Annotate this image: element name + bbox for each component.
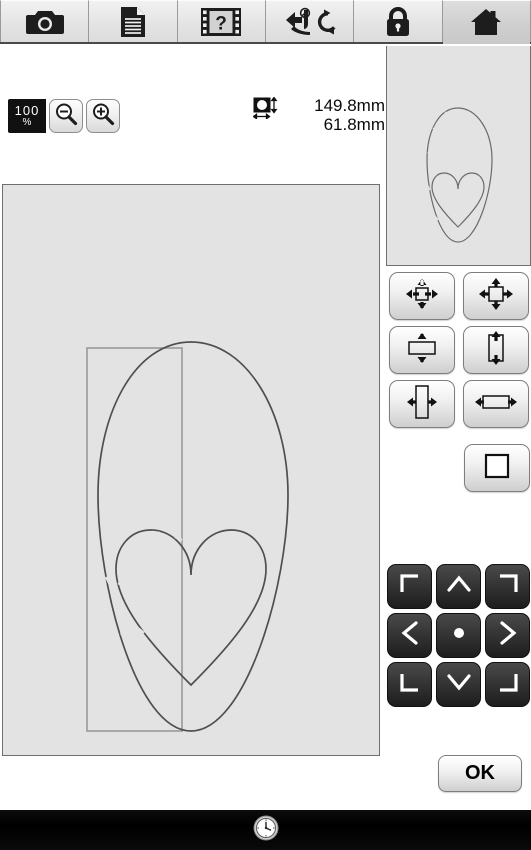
dot-icon — [449, 623, 469, 648]
tab-home[interactable] — [442, 0, 531, 44]
grow-vertical-button[interactable] — [463, 326, 529, 374]
document-icon — [120, 6, 146, 38]
zoom-out-button[interactable] — [49, 99, 83, 133]
design-size-icon — [252, 96, 281, 123]
lock-icon — [385, 6, 411, 38]
tab-help-video[interactable]: ? — [177, 0, 266, 42]
magnifier-minus-icon — [54, 102, 78, 131]
position-top-right-button[interactable] — [485, 564, 530, 609]
ok-button[interactable]: OK — [438, 755, 522, 792]
chevron-down-icon — [446, 672, 471, 697]
zoom-level-readout: 100 % — [8, 99, 46, 133]
corner-top-left-icon — [399, 573, 421, 600]
position-right-button[interactable] — [485, 613, 530, 658]
magnifier-plus-icon — [91, 102, 115, 131]
corner-top-right-icon — [497, 573, 519, 600]
top-toolbar: ? — [0, 0, 531, 44]
camera-icon — [25, 8, 64, 36]
chevron-up-icon — [446, 574, 471, 599]
arrows-vertical-inward-icon — [402, 331, 442, 370]
zoom-controls: 100 % — [8, 99, 120, 133]
design-dimensions: 149.8mm 61.8mm — [252, 96, 385, 134]
arrows-horizontal-inward-icon — [405, 382, 439, 427]
position-left-button[interactable] — [387, 613, 432, 658]
position-center-button[interactable] — [436, 613, 481, 658]
design-canvas[interactable] — [2, 184, 380, 756]
position-pad — [386, 564, 531, 707]
zoom-level-value: 100 — [14, 103, 40, 118]
position-top-left-button[interactable] — [387, 564, 432, 609]
corner-bottom-left-icon — [399, 671, 421, 698]
right-panel — [386, 46, 531, 808]
shrink-all-button[interactable] — [389, 272, 455, 320]
tab-threading[interactable] — [265, 0, 355, 42]
zoom-percent-symbol: % — [22, 117, 32, 128]
tab-lock[interactable] — [354, 0, 443, 42]
corner-bottom-right-icon — [497, 671, 519, 698]
film-question-icon: ? — [201, 7, 242, 36]
needle-threader-icon — [284, 7, 336, 37]
embroidery-machine-screen: ? 100 % 149.8mm 61.8mm OK — [0, 0, 531, 850]
shrink-horizontal-button[interactable] — [389, 380, 455, 428]
svg-text:?: ? — [216, 13, 228, 34]
position-down-button[interactable] — [436, 662, 481, 707]
clock-icon[interactable] — [253, 815, 279, 846]
chevron-left-icon — [400, 621, 420, 650]
arrows-horizontal-outward-icon — [474, 391, 518, 418]
status-bar — [0, 810, 531, 850]
shrink-vertical-button[interactable] — [389, 326, 455, 374]
reset-size-button[interactable] — [464, 444, 530, 492]
chevron-right-icon — [498, 621, 518, 650]
tab-camera[interactable] — [0, 0, 90, 42]
zoom-in-button[interactable] — [86, 99, 120, 133]
grow-all-button[interactable] — [463, 272, 529, 320]
square-outline-icon — [484, 453, 510, 484]
tab-document[interactable] — [89, 0, 178, 42]
position-bottom-right-button[interactable] — [485, 662, 530, 707]
arrows-outward-icon — [478, 277, 514, 316]
home-icon — [469, 7, 503, 37]
arrows-inward-icon — [404, 277, 440, 316]
size-adjust-buttons — [389, 272, 531, 428]
position-bottom-left-button[interactable] — [387, 662, 432, 707]
position-up-button[interactable] — [436, 564, 481, 609]
grow-horizontal-button[interactable] — [463, 380, 529, 428]
arrows-vertical-outward-icon — [485, 330, 507, 371]
design-preview — [386, 46, 531, 266]
